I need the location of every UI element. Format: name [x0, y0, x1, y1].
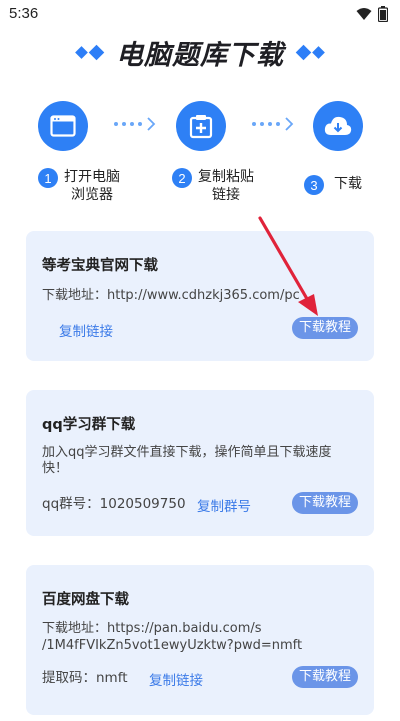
card-title: qq学习群下载: [42, 417, 136, 433]
battery-icon: [378, 6, 388, 22]
download-url-text-line2: /1M4fFVIkZn5vot1ewyUzktw?pwd=nmft: [42, 638, 303, 653]
step-number-3: 3: [304, 175, 324, 195]
qq-group-number: qq群号：1020509750: [42, 496, 186, 512]
card-qq-group: qq学习群下载 加入qq学习群文件直接下载，操作简单且下载速度 快！ qq群号：…: [26, 390, 374, 536]
card-baidu-pan: 百度网盘下载 下载地址：https://pan.baidu.com/s /1M4…: [26, 565, 374, 715]
step-3-label-line1: 下载: [334, 176, 362, 192]
step-number-2: 2: [172, 168, 192, 188]
step-1-label-line1: 打开电脑: [64, 169, 120, 185]
download-url-text-line1: 下载地址：https://pan.baidu.com/s: [42, 621, 262, 636]
wifi-icon: [356, 8, 372, 20]
step-1: 1 打开电脑 浏览器: [38, 168, 120, 204]
status-icons: [356, 6, 388, 22]
card-title: 百度网盘下载: [42, 592, 129, 608]
diamond-decoration-right-icon: [295, 44, 325, 60]
step-number-1: 1: [38, 168, 58, 188]
cloud-download-icon: [313, 101, 363, 151]
copy-link-button[interactable]: 复制链接: [149, 669, 203, 689]
status-time: 5:36: [9, 5, 39, 22]
step-1-label-line2: 浏览器: [71, 187, 113, 203]
step-2-label-line2: 链接: [212, 187, 240, 203]
header: 电脑题库下载: [0, 34, 400, 71]
status-bar: 5:36: [0, 0, 400, 30]
step-arrow-2-icon: [252, 117, 294, 131]
tutorial-button[interactable]: 下载教程: [291, 492, 358, 514]
browser-window-icon: [38, 101, 88, 151]
diamond-decoration-left-icon: [75, 44, 105, 60]
tutorial-button[interactable]: 下载教程: [291, 666, 358, 688]
annotation-arrow-icon: [258, 216, 318, 316]
step-3: 3 下载: [304, 175, 362, 195]
step-2: 2 复制粘贴 链接: [172, 168, 254, 204]
step-2-label-line1: 复制粘贴: [198, 169, 254, 185]
step-arrow-1-icon: [114, 117, 156, 131]
card-title: 等考宝典官网下载: [42, 258, 158, 274]
extraction-code: 提取码：nmft: [42, 670, 128, 686]
paste-link-icon: [176, 101, 226, 151]
copy-group-button[interactable]: 复制群号: [197, 495, 251, 515]
card-description-line1: 加入qq学习群文件直接下载，操作简单且下载速度: [42, 445, 332, 460]
page-title: 电脑题库下载: [116, 39, 284, 71]
copy-link-button[interactable]: 复制链接: [59, 320, 113, 340]
card-description-line2: 快！: [42, 461, 69, 476]
